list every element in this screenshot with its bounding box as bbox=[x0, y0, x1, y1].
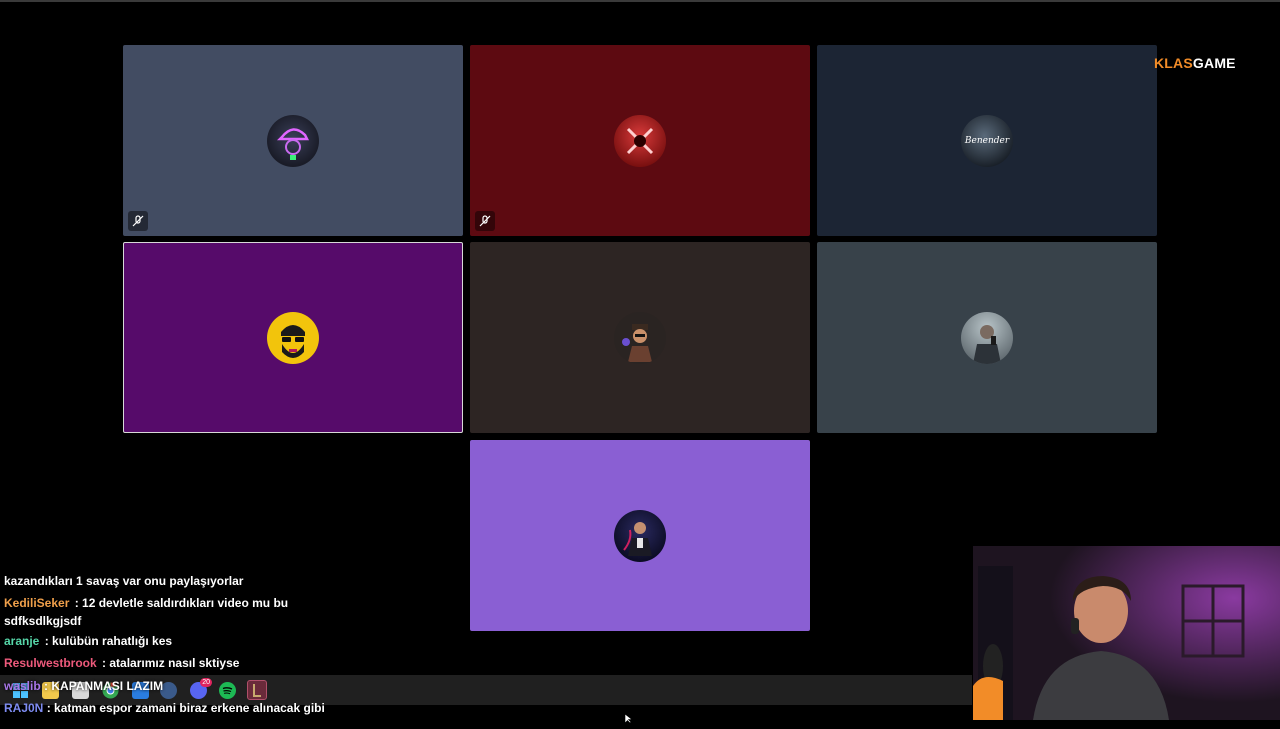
red-emblem-avatar bbox=[614, 114, 666, 167]
participant-tile-2[interactable] bbox=[470, 45, 810, 236]
muted-mic-icon bbox=[475, 211, 495, 231]
cartoon-character-avatar bbox=[614, 311, 666, 364]
chat-message: KediliSeker : 12 devletle saldırdıkları … bbox=[4, 596, 289, 628]
chat-message: kazandıkları 1 savaş var onu paylaşıyorl… bbox=[4, 574, 244, 588]
streamer-webcam bbox=[973, 546, 1280, 720]
discord-icon[interactable]: 20 bbox=[190, 678, 212, 699]
chat-username: RAJ0N bbox=[4, 701, 44, 715]
participant-tile-3[interactable]: Benender bbox=[817, 45, 1157, 236]
bearded-sunglasses-avatar bbox=[267, 311, 319, 364]
participant-tile-6[interactable] bbox=[817, 242, 1157, 433]
chat-username: aranje bbox=[4, 634, 40, 648]
mouse-cursor-icon bbox=[624, 711, 633, 729]
seated-man-avatar bbox=[614, 509, 666, 562]
neon-cap-avatar bbox=[267, 114, 319, 167]
discord-badge: 20 bbox=[200, 678, 212, 687]
chat-username: KediliSeker bbox=[4, 596, 70, 610]
participant-tile-4[interactable] bbox=[123, 242, 463, 433]
chat-message: waslib : KAPANMASI LAZIM bbox=[4, 679, 164, 693]
brand-logo: KLASGAME bbox=[1154, 55, 1236, 71]
muted-mic-icon bbox=[128, 211, 148, 231]
chat-message: Resulwestbrook : atalarımız nasıl sktiys… bbox=[4, 656, 240, 670]
avatar-text: Benender bbox=[964, 135, 1010, 146]
chat-message: aranje : kulübün rahatlığı kes bbox=[4, 634, 173, 648]
chat-username: waslib bbox=[4, 679, 41, 693]
league-of-legends-icon[interactable] bbox=[247, 680, 267, 700]
selfie-photo-avatar bbox=[961, 311, 1013, 364]
chat-username: Resulwestbrook bbox=[4, 656, 97, 670]
participant-tile-5[interactable] bbox=[470, 242, 810, 433]
participant-tile-1[interactable] bbox=[123, 45, 463, 236]
spotify-icon[interactable] bbox=[219, 682, 236, 699]
stream-chat: kazandıkları 1 savaş var onu paylaşıyorl… bbox=[4, 570, 324, 674]
chat-message: RAJ0N : katman espor zamani biraz erkene… bbox=[4, 701, 325, 715]
window-top-border bbox=[0, 0, 1280, 2]
benender-avatar: Benender bbox=[961, 114, 1013, 167]
participant-tile-7[interactable] bbox=[470, 440, 810, 631]
